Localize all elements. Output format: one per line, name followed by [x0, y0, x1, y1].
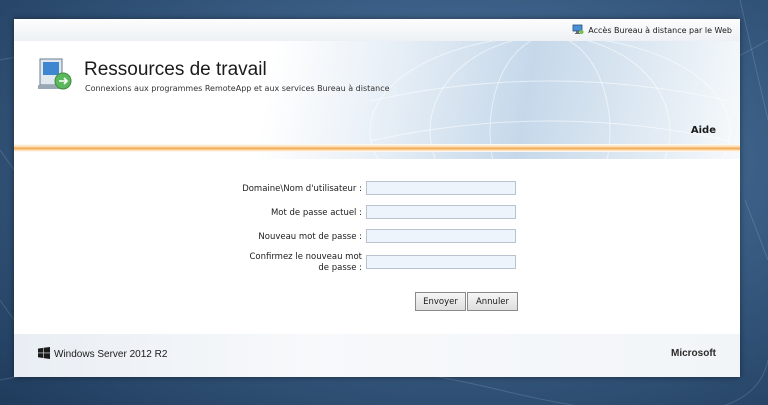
username-label: Domaine\Nom d'utilisateur :	[242, 184, 362, 194]
cancel-button[interactable]: Annuler	[467, 292, 518, 311]
page-subtitle: Connexions aux programmes RemoteApp et a…	[85, 84, 390, 93]
remote-desktop-icon	[572, 24, 584, 37]
new-password-input[interactable]	[366, 229, 516, 243]
page-title: Ressources de travail	[84, 59, 267, 80]
web-access-link[interactable]: Accès Bureau à distance par le Web	[572, 22, 732, 38]
web-access-label: Accès Bureau à distance par le Web	[588, 25, 732, 35]
main-panel: Accès Bureau à distance par le Web Resso…	[14, 19, 740, 377]
new-password-label: Nouveau mot de passe :	[258, 232, 362, 242]
remoteapp-computer-icon	[36, 55, 76, 95]
footer-os: Windows Server 2012 R2	[38, 347, 167, 362]
username-row: Domaine\Nom d'utilisateur :	[14, 181, 740, 199]
current-password-input[interactable]	[366, 205, 516, 219]
windows-logo-icon	[38, 347, 50, 362]
globe-graphic	[369, 41, 731, 159]
confirm-password-label-line2: de passe :	[318, 263, 362, 273]
help-link[interactable]: Aide	[691, 125, 716, 136]
confirm-password-row: Confirmez le nouveau mot de passe :	[14, 252, 740, 278]
header-divider	[14, 144, 740, 152]
current-password-row: Mot de passe actuel :	[14, 205, 740, 223]
current-password-label: Mot de passe actuel :	[270, 208, 362, 218]
confirm-password-label-line1: Confirmez le nouveau mot	[249, 252, 362, 262]
top-bar: Accès Bureau à distance par le Web	[14, 19, 740, 41]
new-password-row: Nouveau mot de passe :	[14, 229, 740, 247]
footer: Windows Server 2012 R2 Microsoft	[14, 334, 740, 377]
confirm-password-label: Confirmez le nouveau mot de passe :	[249, 252, 362, 274]
submit-button[interactable]: Envoyer	[415, 292, 466, 311]
os-name: Windows Server 2012 R2	[54, 349, 168, 360]
header: Ressources de travail Connexions aux pro…	[14, 41, 740, 159]
microsoft-logo: Microsoft	[671, 348, 716, 359]
username-input[interactable]	[366, 181, 516, 195]
confirm-password-input[interactable]	[366, 255, 516, 269]
